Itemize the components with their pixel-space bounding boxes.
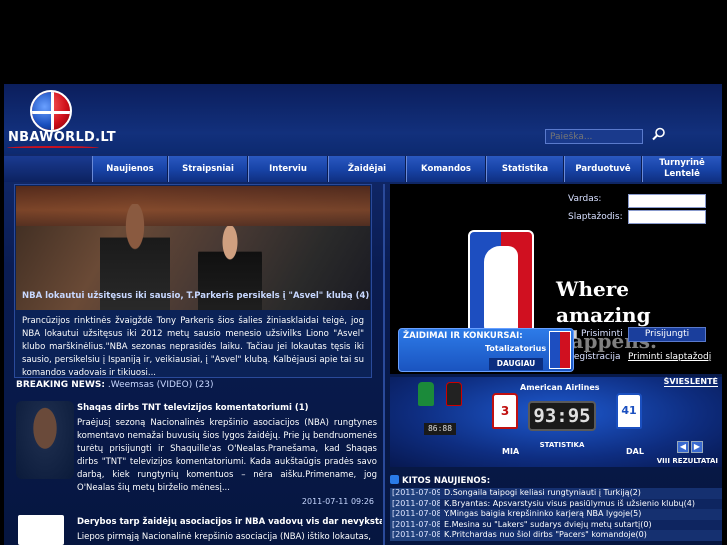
statistics-link[interactable]: STATISTIKA [534, 441, 590, 451]
nav-item-interviu[interactable]: Interviu [248, 156, 328, 182]
scoreboard-label: ŠVIESLENTĖ [663, 377, 718, 387]
main-nav: Naujienos Straipsniai Interviu Žaidėjai … [92, 156, 722, 182]
scoreboard: ŠVIESLENTĖ American Airlines 86:88 3 93:… [390, 377, 722, 467]
nav-item-komandos[interactable]: Komandos [406, 156, 486, 182]
forgot-password-link[interactable]: Priminti slaptažodį [628, 352, 711, 362]
away-jersey-number: 41 [621, 404, 637, 417]
other-news-title: KITOS NAUJIENOS: [390, 475, 722, 488]
games-title: ŽAIDIMAI IR KONKURSAI: [403, 331, 523, 341]
nba-logo-icon [549, 331, 571, 369]
list-item[interactable]: [2011-07-09] D.Songaila taipogi keliasi r… [390, 488, 722, 499]
nav-item-naujienos[interactable]: Naujienos [92, 156, 168, 182]
away-team: DAL [626, 447, 644, 456]
username-field[interactable] [628, 194, 706, 208]
games-banner[interactable]: ŽAIDIMAI IR KONKURSAI: Totalizatorius DA… [398, 328, 574, 372]
rss-icon[interactable] [390, 475, 399, 484]
small-clock: 86:88 [424, 423, 456, 435]
jersey-icon[interactable] [446, 382, 462, 406]
username-label: Vardas: [568, 194, 602, 204]
nav-left-spacer [4, 156, 92, 182]
login-button[interactable]: Prisijungti [628, 327, 706, 342]
password-field[interactable] [628, 210, 706, 224]
article-text: Liepos pirmąją Nacionalinė krepšinio aso… [77, 532, 371, 542]
list-item[interactable]: [2011-07-08] Y.Mingas baigia krepšininko … [390, 509, 722, 520]
basketball-logo-icon[interactable] [30, 90, 72, 132]
all-results-link[interactable]: VIII REZULTATAI [657, 457, 718, 465]
list-item: Shaqas dirbs TNT televizijos komentatori… [14, 397, 382, 509]
arrow-left-icon[interactable]: ◀ [677, 441, 689, 453]
arrow-right-icon[interactable]: ▶ [691, 441, 703, 453]
featured-title[interactable]: NBA lokautui užsitęsus iki sausio, T.Par… [22, 291, 369, 301]
search-icon[interactable] [652, 127, 666, 141]
home-jersey-icon: 3 [492, 393, 518, 429]
ad-tagline[interactable]: Where amazing happens. [556, 276, 716, 354]
register-link[interactable]: Registracija [568, 352, 621, 362]
home-jersey-number: 3 [500, 404, 510, 418]
news-list: Shaqas dirbs TNT televizijos komentatori… [14, 397, 382, 545]
nba-logo-icon[interactable] [18, 515, 64, 545]
password-label: Slaptažodis: [568, 212, 623, 222]
away-jersey-icon: 41 [616, 393, 642, 429]
games-more-button[interactable]: DAUGIAU [489, 358, 543, 370]
list-item[interactable]: [2011-07-08] K.Pritchardas nuo šiol dirbs… [390, 530, 722, 541]
sponsor-name: American Airlines [520, 383, 600, 392]
breaking-news-label: BREAKING NEWS: [16, 380, 105, 390]
site-logo[interactable]: NBAWORLD.LT [8, 130, 116, 145]
list-item: Derybos tarp žaidėjų asociacijos ir NBA … [14, 511, 382, 545]
column-divider [383, 184, 385, 545]
remember-label: Prisiminti [581, 329, 623, 339]
breaking-news-item[interactable]: .Weemsas (VIDEO) (23) [108, 380, 214, 390]
list-item[interactable]: [2011-07-08] E.Mesina su "Lakers" sudarys… [390, 519, 722, 530]
article-text: Praėjusį sezoną Nacionalinės krepšinio a… [77, 418, 377, 493]
header: NBAWORLD.LT [4, 84, 722, 154]
search-input[interactable] [545, 129, 643, 144]
nav-item-statistika[interactable]: Statistika [486, 156, 564, 182]
article-date: 2011-07-11 09:26 [301, 497, 374, 506]
article-title[interactable]: Shaqas dirbs TNT televizijos komentatori… [77, 403, 309, 413]
scoreboard-nav: ◀ ▶ [677, 441, 705, 453]
other-news-list: [2011-07-09] D.Songaila taipogi keliasi r… [390, 488, 722, 541]
breaking-news: BREAKING NEWS: .Weemsas (VIDEO) (23) [16, 380, 214, 390]
nav-item-parduotuve[interactable]: Parduotuvė [564, 156, 642, 182]
jersey-icon[interactable] [418, 382, 434, 406]
game-clock: 93:95 [528, 401, 596, 431]
logo-swoosh [7, 146, 99, 150]
nav-item-turnyrine-lentele[interactable]: Turnyrinė Lentelė [642, 156, 722, 182]
article-thumbnail[interactable] [16, 401, 74, 479]
home-team: MIA [502, 447, 520, 456]
article-title[interactable]: Derybos tarp žaidėjų asociacijos ir NBA … [77, 517, 382, 527]
featured-article[interactable]: NBA lokautui užsitęsus iki sausio, T.Par… [14, 184, 372, 378]
games-subtitle[interactable]: Totalizatorius [485, 344, 546, 353]
featured-text: Prancūzijos rinktinės žvaigždė Tony Park… [22, 316, 364, 378]
nav-item-straipsniai[interactable]: Straipsniai [168, 156, 248, 182]
page: NBAWORLD.LT Naujienos Straipsniai Interv… [4, 84, 722, 545]
list-item[interactable]: [2011-07-08] K.Bryantas: Apsvarstysiu vis… [390, 498, 722, 509]
other-news: KITOS NAUJIENOS: [2011-07-09] D.Songaila … [390, 475, 722, 545]
nav-item-zaidejai[interactable]: Žaidėjai [328, 156, 406, 182]
